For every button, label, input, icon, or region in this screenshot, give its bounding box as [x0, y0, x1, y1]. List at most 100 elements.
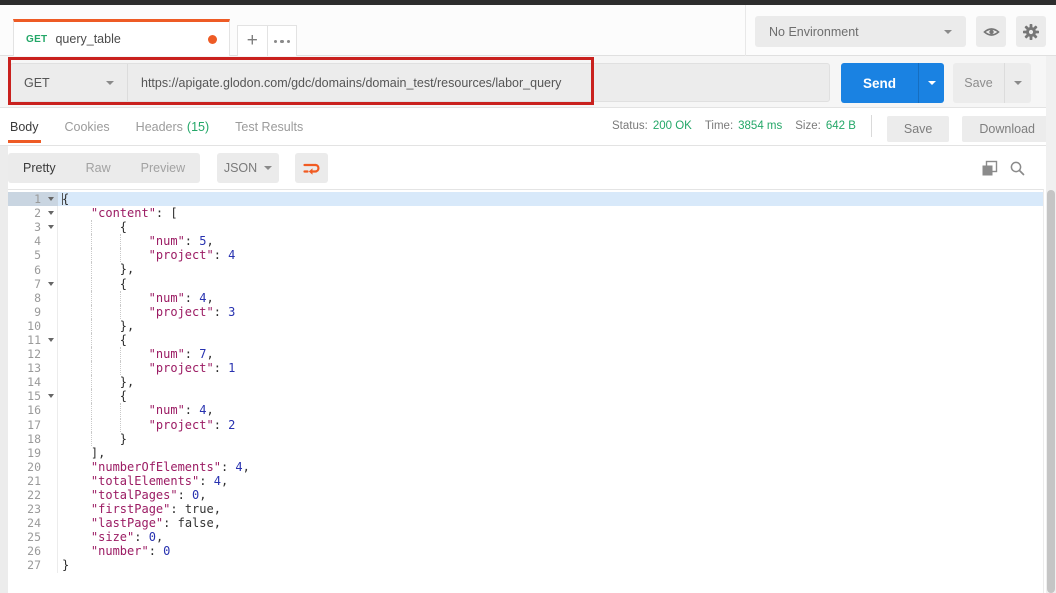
- send-label: Send: [841, 63, 918, 103]
- view-mode-pretty[interactable]: Pretty: [8, 161, 71, 175]
- code-line-text: "project": 2: [58, 418, 1043, 432]
- code-line[interactable]: 25"size": 0,: [8, 530, 1043, 544]
- unsaved-indicator-dot: [208, 35, 217, 44]
- line-number-gutter: 15: [8, 389, 58, 403]
- view-mode-preview[interactable]: Preview: [126, 161, 200, 175]
- new-tab-button[interactable]: +: [238, 26, 267, 57]
- save-options-button[interactable]: [1004, 63, 1031, 103]
- fold-toggle-icon[interactable]: [45, 338, 57, 342]
- code-line[interactable]: 3{: [8, 220, 1043, 234]
- code-line[interactable]: 27}: [8, 558, 1043, 572]
- response-tabs-row: Body Cookies Headers (15) Test Results S…: [0, 108, 1056, 146]
- code-line[interactable]: 10},: [8, 319, 1043, 333]
- url-input[interactable]: https://apigate.glodon.com/gdc/domains/d…: [128, 64, 829, 101]
- code-line[interactable]: 20"numberOfElements": 4,: [8, 460, 1043, 474]
- code-line[interactable]: 1{: [8, 192, 1043, 206]
- tab-cookies[interactable]: Cookies: [65, 108, 110, 146]
- request-tab[interactable]: GET query_table: [13, 19, 230, 57]
- fold-toggle-icon[interactable]: [45, 282, 57, 286]
- line-number-gutter: 25: [8, 530, 58, 544]
- code-line-text: {: [58, 389, 1043, 403]
- line-number-gutter: 14: [8, 375, 58, 389]
- fold-toggle-icon[interactable]: [45, 225, 57, 229]
- scrollbar-thumb[interactable]: [1047, 190, 1055, 593]
- method-dropdown[interactable]: GET: [11, 64, 128, 101]
- code-line[interactable]: 26"number": 0: [8, 544, 1043, 558]
- code-line[interactable]: 6},: [8, 262, 1043, 276]
- settings-button[interactable]: [1016, 16, 1046, 47]
- fold-toggle-icon[interactable]: [45, 394, 57, 398]
- code-line-text: },: [58, 375, 1043, 389]
- line-number: 26: [8, 544, 45, 558]
- code-line-text: },: [58, 262, 1043, 276]
- code-line[interactable]: 22"totalPages": 0,: [8, 488, 1043, 502]
- code-line[interactable]: 23"firstPage": true,: [8, 502, 1043, 516]
- code-line[interactable]: 2"content": [: [8, 206, 1043, 220]
- code-line-text: },: [58, 319, 1043, 333]
- code-line[interactable]: 15{: [8, 389, 1043, 403]
- view-mode-raw[interactable]: Raw: [71, 161, 126, 175]
- method-value: GET: [24, 76, 50, 90]
- code-line[interactable]: 14},: [8, 375, 1043, 389]
- download-response-button[interactable]: Download: [962, 116, 1052, 142]
- code-editor[interactable]: 1{2"content": [3{4"num": 5,5"project": 4…: [8, 189, 1044, 593]
- code-line-text: {: [58, 220, 1043, 234]
- line-number: 11: [8, 333, 45, 347]
- save-request-button[interactable]: Save: [953, 63, 1031, 103]
- code-line[interactable]: 7{: [8, 277, 1043, 291]
- search-response-button[interactable]: [1006, 157, 1028, 179]
- code-line-text: "project": 1: [58, 361, 1043, 375]
- code-line[interactable]: 17 "project": 2: [8, 418, 1043, 432]
- code-line-text: "totalElements": 4,: [58, 474, 1043, 488]
- save-response-button[interactable]: Save: [887, 116, 950, 142]
- code-line[interactable]: 12"num": 7,: [8, 347, 1043, 361]
- code-line[interactable]: 24"lastPage": false,: [8, 516, 1043, 530]
- line-number: 17: [8, 418, 45, 432]
- tab-headers[interactable]: Headers (15): [136, 108, 209, 146]
- status-badge: Status: 200 OK: [612, 120, 692, 132]
- line-number-gutter: 18: [8, 432, 58, 446]
- code-line[interactable]: 4"num": 5,: [8, 234, 1043, 248]
- view-mode-group: Pretty Raw Preview: [8, 153, 200, 183]
- line-number-gutter: 6: [8, 262, 58, 276]
- code-line[interactable]: 19],: [8, 446, 1043, 460]
- send-button[interactable]: Send: [841, 63, 944, 103]
- tab-menu-button[interactable]: [267, 26, 297, 57]
- code-line-text: "firstPage": true,: [58, 502, 1043, 516]
- code-line[interactable]: 8"num": 4,: [8, 291, 1043, 305]
- tab-test-results[interactable]: Test Results: [235, 108, 303, 146]
- line-number: 22: [8, 488, 45, 502]
- environment-label: No Environment: [769, 25, 859, 39]
- code-line[interactable]: 5"project": 4: [8, 248, 1043, 262]
- wrap-lines-button[interactable]: [295, 153, 328, 183]
- response-status-group: Status: 200 OK Time: 3854 ms Size: 642 B…: [612, 108, 1052, 144]
- line-number-gutter: 3: [8, 220, 58, 234]
- tabbar-divider: [745, 5, 746, 56]
- code-line[interactable]: 21"totalElements": 4,: [8, 474, 1043, 488]
- fold-toggle-icon[interactable]: [45, 197, 57, 201]
- line-number-gutter: 1: [8, 192, 58, 206]
- code-line-text: "content": [: [58, 206, 1043, 220]
- fold-toggle-icon[interactable]: [45, 211, 57, 215]
- tab-body[interactable]: Body: [10, 108, 39, 146]
- code-line[interactable]: 11{: [8, 333, 1043, 347]
- divider: [871, 115, 872, 137]
- code-line[interactable]: 18}: [8, 432, 1043, 446]
- environment-preview-button[interactable]: [976, 16, 1006, 47]
- code-line-text: "project": 4: [58, 248, 1043, 262]
- chevron-down-icon: [928, 81, 936, 85]
- code-line[interactable]: 16"num": 4,: [8, 403, 1043, 417]
- left-gutter-strip: [0, 146, 8, 593]
- code-line[interactable]: 13 "project": 1: [8, 361, 1043, 375]
- code-line-text: "num": 4,: [58, 403, 1043, 417]
- send-options-button[interactable]: [918, 63, 944, 103]
- response-view-bar: Pretty Raw Preview JSON: [0, 146, 1056, 189]
- line-number: 13: [8, 361, 45, 375]
- format-dropdown[interactable]: JSON: [217, 153, 279, 183]
- copy-response-button[interactable]: [978, 157, 1000, 179]
- code-line-text: "num": 4,: [58, 291, 1043, 305]
- chevron-down-icon: [264, 166, 272, 170]
- line-number-gutter: 10: [8, 319, 58, 333]
- environment-selector[interactable]: No Environment: [755, 16, 966, 47]
- code-line[interactable]: 9"project": 3: [8, 305, 1043, 319]
